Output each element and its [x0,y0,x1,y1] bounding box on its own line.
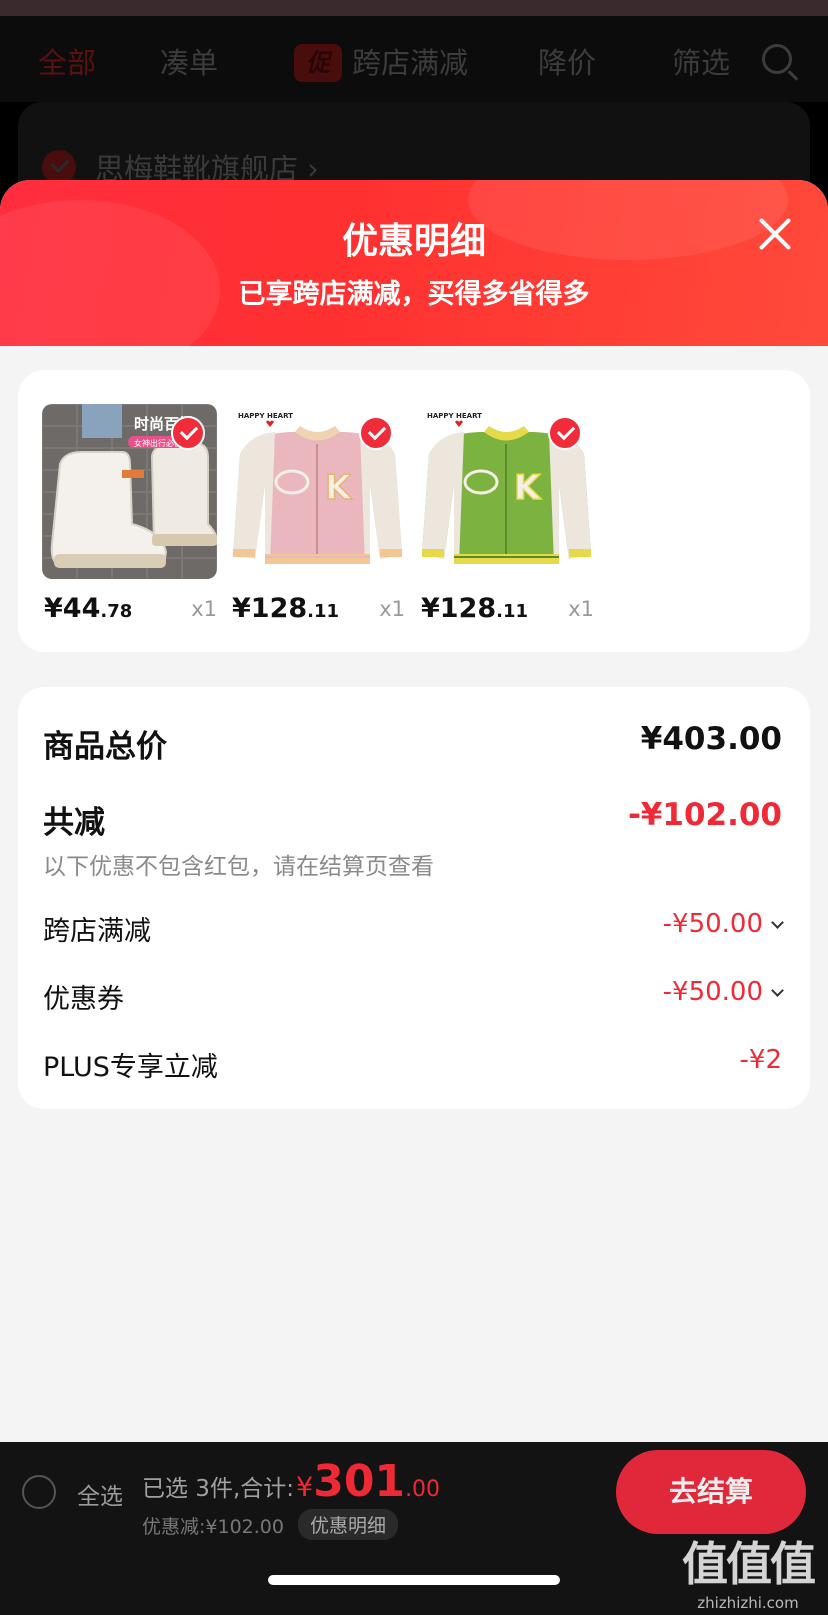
product-price: ¥44.78 [44,593,133,624]
discount-value: -¥50.00 [663,909,784,939]
product-image-pink-jacket[interactable]: HAPPY HEART K [230,404,405,579]
sheet-title: 优惠明细 [341,221,486,262]
product-checked-icon[interactable] [359,416,393,450]
chevron-down-icon[interactable] [771,916,784,929]
svg-text:K: K [325,468,353,508]
product-price: ¥128.11 [421,593,529,624]
tab-price-drop[interactable]: 降价 [538,40,596,82]
status-bar-strip [0,0,828,16]
reduction-note: 以下优惠不包含红包，请在结算页查看 [43,854,434,880]
discount-row-coupon[interactable]: 优惠券 -¥50.00 [43,977,784,1017]
tab-filter[interactable]: 筛选 [672,40,730,82]
goods-total-row: 商品总价 ¥403.00 [43,721,782,765]
discount-row-cross-store[interactable]: 跨店满减 -¥50.00 [43,909,784,949]
reduction-label: 共减 [43,805,105,841]
promo-badge-icon: 促 [294,44,342,82]
discount-label: PLUS专享立减 [43,1052,218,1083]
total-amount-dec: .00 [405,1477,441,1502]
discount-detail-pill[interactable]: 优惠明细 [298,1509,399,1540]
discount-value: -¥2 [739,1045,782,1075]
product-checked-icon[interactable] [548,416,582,450]
watermark-url: zhizhizhi.com [697,1594,799,1612]
selected-summary: 已选 3件,合计:¥301.00 [142,1456,440,1507]
product-price-row: ¥128.11 x1 [230,593,405,633]
close-icon[interactable] [756,215,794,253]
selected-count-text: 已选 3件,合计: [142,1476,295,1502]
cart-filter-tabs: 全部 凑单 促 跨店满减 降价 筛选 [0,16,828,102]
discount-row-plus: PLUS专享立减 -¥2 [43,1045,782,1085]
product-price-row: ¥128.11 x1 [419,593,594,633]
svg-text:HAPPY HEART: HAPPY HEART [427,412,482,420]
discount-value: -¥50.00 [663,977,784,1007]
goods-total-value: ¥403.00 [640,721,782,757]
select-all-label[interactable]: 全选 [77,1477,123,1511]
totals-card: 商品总价 ¥403.00 共减 -¥102.00 以下优惠不包含红包，请在结算页… [18,687,810,1109]
tab-all[interactable]: 全部 [38,40,96,82]
products-card: 时尚百搭 女神出行必备 ¥44.78 x1 HAPPY HEART K ¥128… [18,370,810,652]
product-quantity: x1 [191,597,217,621]
product-checked-icon[interactable] [171,416,205,450]
product-quantity: x1 [568,597,594,621]
product-item[interactable]: HAPPY HEART K ¥128.11 x1 [230,404,405,633]
discount-summary: 优惠减:¥102.00 [142,1516,284,1538]
discount-label: 跨店满减 [43,916,151,947]
reduction-row: 共减 -¥102.00 [43,797,782,841]
product-price-row: ¥44.78 x1 [42,593,217,633]
sheet-subtitle: 已享跨店满减，买得多省得多 [238,279,590,310]
svg-text:HAPPY HEART: HAPPY HEART [238,412,293,420]
product-item[interactable]: HAPPY HEART K ¥128.11 x1 [419,404,594,633]
tab-bundle[interactable]: 凑单 [160,40,218,82]
discount-detail-sheet: 优惠明细 已享跨店满减，买得多省得多 时尚百搭 女神出行必备 ¥44.78 x1… [0,180,828,1442]
watermark-logo: 值值值 [682,1537,816,1591]
checkout-bar: 全选 已选 3件,合计:¥301.00 优惠减:¥102.00 优惠明细 去结算… [0,1442,828,1615]
chevron-down-icon[interactable] [771,984,784,997]
reduction-value: -¥102.00 [627,797,782,833]
tab-cross-store[interactable]: 跨店满减 [352,40,468,82]
total-amount-int: 301 [313,1456,406,1507]
checkout-button[interactable]: 去结算 [616,1450,806,1534]
product-item[interactable]: 时尚百搭 女神出行必备 ¥44.78 x1 [42,404,217,633]
sheet-header: 优惠明细 已享跨店满减，买得多省得多 [0,180,828,380]
product-image-boots[interactable]: 时尚百搭 女神出行必备 [42,404,217,579]
product-image-green-jacket[interactable]: HAPPY HEART K [419,404,594,579]
goods-total-label: 商品总价 [43,729,167,765]
select-all-radio[interactable] [22,1475,56,1509]
total-currency: ¥ [296,1472,314,1503]
discount-label: 优惠券 [43,984,124,1015]
product-price: ¥128.11 [232,593,340,624]
watermark: 值值值 zhizhizhi.com [682,1528,816,1612]
home-indicator[interactable] [268,1575,560,1585]
search-icon[interactable] [762,44,792,74]
svg-text:K: K [514,468,542,508]
store-check-icon[interactable] [42,150,76,184]
product-quantity: x1 [379,597,405,621]
